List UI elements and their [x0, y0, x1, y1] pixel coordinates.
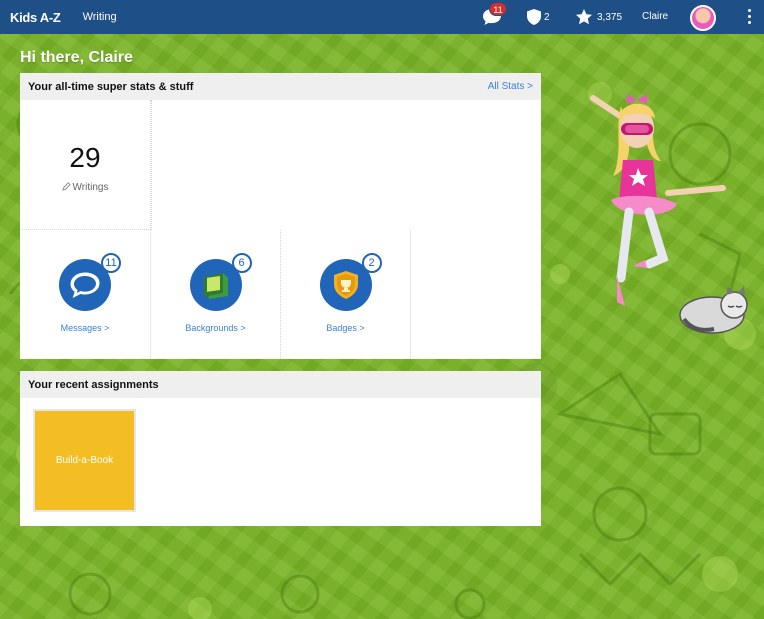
username[interactable]: Claire — [642, 11, 668, 22]
greeting-heading: Hi there, Claire — [20, 49, 133, 66]
star-icon[interactable] — [575, 8, 593, 26]
avatar[interactable] — [690, 5, 716, 31]
badges-link[interactable]: Badges > — [281, 323, 410, 333]
mode-label[interactable]: Writing — [83, 11, 117, 23]
writings-stat[interactable]: 29 Writings — [20, 100, 151, 230]
backgrounds-badge: 6 — [231, 253, 252, 273]
trophy-shield-icon — [333, 271, 358, 299]
avatar-character-illustration — [590, 94, 726, 306]
all-stats-link[interactable]: All Stats > — [488, 81, 533, 92]
badges-circle: 2 — [319, 253, 382, 311]
messages-stat[interactable]: 11 Messages > — [20, 230, 151, 359]
assignment-tile[interactable]: Build-a-Book — [33, 409, 136, 512]
stats-panel-title: Your all-time super stats & stuff — [28, 80, 194, 93]
speech-bubble-icon — [70, 272, 100, 298]
shields-count: 2 — [544, 12, 550, 23]
backgrounds-link[interactable]: Backgrounds > — [151, 323, 280, 333]
shield-icon[interactable] — [526, 8, 542, 26]
assignments-panel-title: Your recent assignments — [28, 378, 159, 391]
writings-count: 29 — [69, 142, 101, 173]
more-menu-icon[interactable] — [745, 9, 753, 27]
pencil-icon — [61, 182, 71, 191]
writings-label: Writings — [72, 182, 109, 193]
stars-count: 3,375 — [597, 12, 623, 23]
assignment-tile-label: Build-a-Book — [55, 455, 114, 466]
app-logo[interactable]: Kids A-Z — [10, 10, 61, 25]
writings-label-row: Writings — [20, 182, 150, 193]
assignments-panel: Your recent assignments Build-a-Book — [20, 371, 541, 526]
messages-circle: 11 — [59, 253, 121, 311]
messages-link[interactable]: Messages > — [20, 323, 150, 333]
assignments-panel-header: Your recent assignments — [20, 371, 541, 398]
badges-badge: 2 — [361, 253, 382, 273]
stats-panel-header: Your all-time super stats & stuff All St… — [20, 73, 541, 100]
messages-badge: 11 — [101, 253, 121, 273]
badges-stat[interactable]: 2 Badges > — [281, 230, 411, 359]
background-picture-icon — [203, 273, 228, 299]
stats-divider — [151, 100, 152, 230]
backgrounds-circle: 6 — [189, 253, 252, 311]
messages-count-badge: 11 — [489, 2, 507, 16]
cat-illustration — [679, 286, 748, 334]
backgrounds-stat[interactable]: 6 Backgrounds > — [151, 230, 281, 359]
stats-panel: Your all-time super stats & stuff All St… — [20, 73, 541, 359]
